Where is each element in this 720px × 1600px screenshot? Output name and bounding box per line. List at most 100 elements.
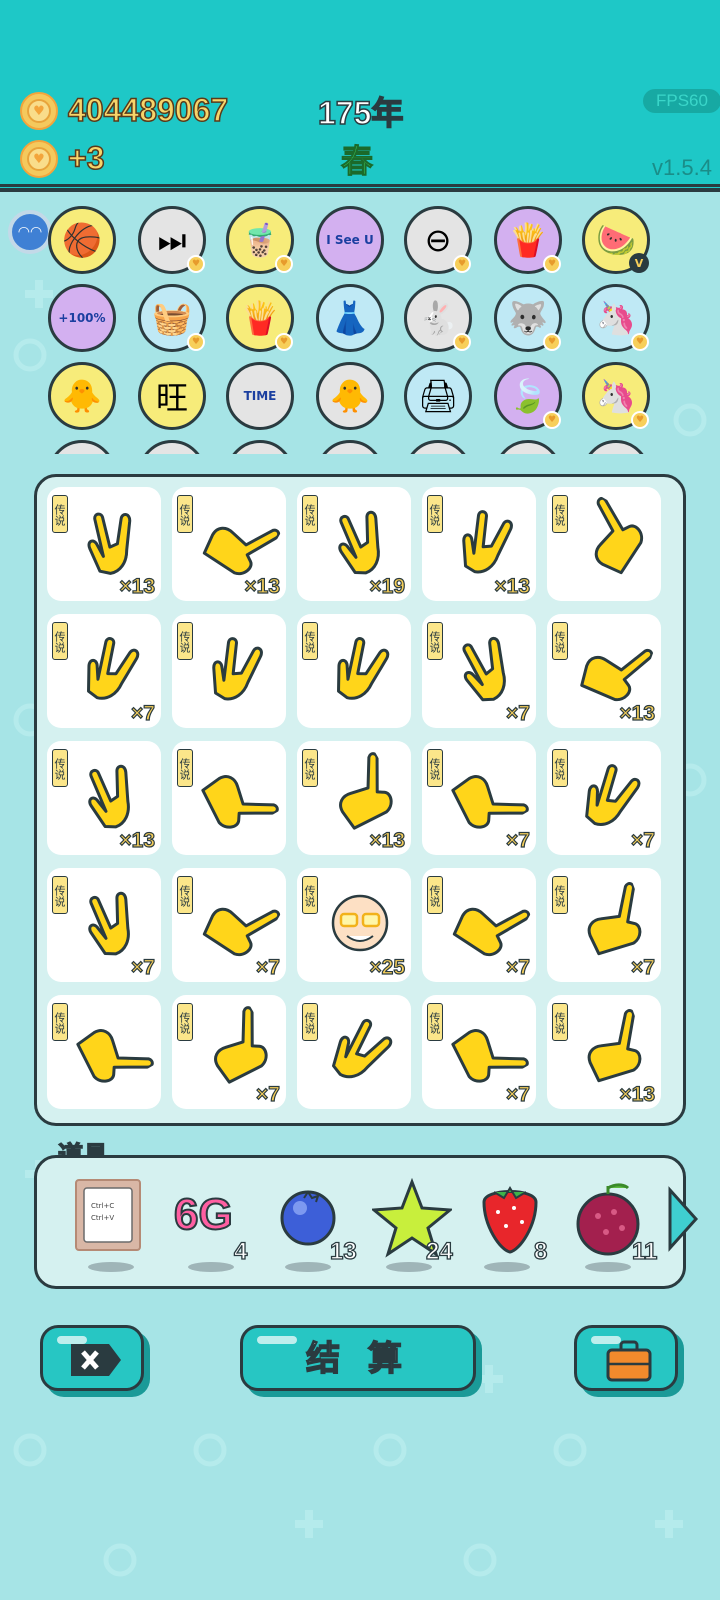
close-icon	[71, 1344, 121, 1376]
inventory-button[interactable]	[574, 1325, 678, 1391]
wang-text-icon[interactable]: 旺	[138, 362, 206, 430]
board-tile[interactable]: 传说 ×13	[172, 487, 286, 601]
tray-icon-partial[interactable]	[48, 440, 116, 454]
tile-count: ×7	[130, 701, 155, 725]
skip-icon[interactable]: ⏭ ♥	[138, 206, 206, 274]
board-tile[interactable]: 传说 ×7	[422, 614, 536, 728]
unicorns-icon[interactable]: 🦄 ♥	[582, 284, 650, 352]
board-tile[interactable]: 传说 ×13	[47, 487, 161, 601]
basketballs-icon[interactable]: 🏀	[48, 206, 116, 274]
board-tile[interactable]: 传说 ×7	[422, 741, 536, 855]
heart-badge-icon: ♥	[275, 333, 293, 351]
tile-count: ×13	[619, 1082, 656, 1106]
board-tile[interactable]: 传说	[172, 741, 286, 855]
time-magazine-icon[interactable]: TIME	[226, 362, 294, 430]
fruit-basket-icon[interactable]: 🍉 V	[582, 206, 650, 274]
board-tile[interactable]: 传说	[297, 614, 411, 728]
board-tile[interactable]: 传说 ×7	[47, 868, 161, 982]
board-tile[interactable]: 传说 ×13	[547, 995, 661, 1109]
no-entry-icon[interactable]: ⊖ ♥	[404, 206, 472, 274]
board-tile[interactable]: 传说	[47, 995, 161, 1109]
tray-icon-glyph: 🍟	[240, 299, 280, 337]
tile-count: ×19	[369, 574, 406, 598]
legend-tag: 传说	[302, 495, 318, 533]
tray-icon-partial[interactable]	[494, 440, 562, 454]
legend-tag: 传说	[52, 749, 68, 787]
board-tile[interactable]: 传说 ×25	[297, 868, 411, 982]
heart-badge-icon: ♥	[453, 255, 471, 273]
board-tile[interactable]: 传说 ×19	[297, 487, 411, 601]
i-see-u-icon[interactable]: I See U	[316, 206, 384, 274]
board-tile[interactable]: 传说 ×7	[172, 995, 286, 1109]
legend-tag: 传说	[427, 876, 443, 914]
board-tile[interactable]: 传说 ×13	[547, 614, 661, 728]
tray-icon-partial[interactable]	[226, 440, 294, 454]
tray-icon-partial[interactable]	[316, 440, 384, 454]
bubble-tea-icon[interactable]: 🧋 ♥	[226, 206, 294, 274]
season-label: 春	[340, 142, 374, 181]
collection-tray[interactable]: 🏀 ⏭ ♥ 🧋 ♥ I See U ⊖ ♥ 🍟 ♥ 🍉 V +100% 🧺 ♥ 🍟 ♥ 👗 🐇 ♥ 🐺 ♥ 🦄 ♥ 🐥 旺 TIME…	[0, 196, 720, 454]
close-button[interactable]	[40, 1325, 144, 1391]
legend-tag: 传说	[552, 495, 568, 533]
skirt-icon[interactable]: 👗	[316, 284, 384, 352]
tool-count: 11	[631, 1237, 658, 1265]
tile-count: ×13	[619, 701, 656, 725]
basket-icon[interactable]: 🧺 ♥	[138, 284, 206, 352]
header-divider	[0, 184, 720, 187]
income-coin-icon: ♥	[20, 140, 58, 178]
board-tile[interactable]: 传说 ×7	[172, 868, 286, 982]
chick-egg-icon[interactable]: 🐥	[316, 362, 384, 430]
ctrl-c-ctrl-v-tool-icon[interactable]: Ctrl+C Ctrl+V	[74, 1178, 154, 1258]
fries-icon[interactable]: 🍟 ♥	[226, 284, 294, 352]
husky-icon[interactable]: 🐺 ♥	[494, 284, 562, 352]
tile-count: ×7	[505, 955, 530, 979]
scroll-right-arrow-icon[interactable]	[666, 1186, 700, 1252]
point-hand-icon	[201, 775, 279, 829]
tray-icon-partial[interactable]	[582, 440, 650, 454]
tool-count: 13	[329, 1237, 357, 1265]
unicorn-icon[interactable]: 🦄 ♥	[582, 362, 650, 430]
settle-button-label: 结 算	[305, 1338, 410, 1380]
tile-count: ×13	[119, 828, 156, 852]
tray-icon-partial[interactable]	[404, 440, 472, 454]
rock-hand-icon	[585, 764, 641, 826]
fries-icon[interactable]: 🍟 ♥	[494, 206, 562, 274]
boost-cup-icon[interactable]: +100%	[48, 284, 116, 352]
tool-shadow	[188, 1262, 234, 1272]
board-tile[interactable]: 传说 ×7	[422, 868, 536, 982]
legend-tag: 传说	[302, 876, 318, 914]
board-tile[interactable]: 传说	[172, 614, 286, 728]
printer-icon[interactable]: 🖨	[404, 362, 472, 430]
board-tile[interactable]: 传说 ×13	[47, 741, 161, 855]
board-tile[interactable]: 传说 ×13	[297, 741, 411, 855]
board-tile[interactable]: 传说 ×7	[547, 868, 661, 982]
tile-count: ×13	[369, 828, 406, 852]
board-tile[interactable]: 传说 ×7	[47, 614, 161, 728]
settle-button[interactable]: 结 算	[240, 1325, 476, 1391]
board-tile[interactable]: 传说 ×7	[547, 741, 661, 855]
board-tile[interactable]: 传说 ×13	[422, 487, 536, 601]
6g-text: 6G	[173, 1189, 234, 1240]
tool-shadow	[88, 1262, 134, 1272]
rabbit-icon[interactable]: 🐇 ♥	[404, 284, 472, 352]
legend-tag: 传说	[302, 1003, 318, 1041]
heart-badge-icon: ♥	[631, 411, 649, 429]
tile-count: ×7	[505, 701, 530, 725]
version-label: v1.5.4	[652, 155, 712, 180]
tile-count: ×7	[255, 955, 280, 979]
leaf-icon[interactable]: 🍃 ♥	[494, 362, 562, 430]
copy-shortcut-text: Ctrl+C	[91, 1202, 115, 1210]
chick-egg-icon[interactable]: 🐥	[48, 362, 116, 430]
board-tile[interactable]: 传说 ×7	[422, 995, 536, 1109]
rock-hand-icon	[462, 510, 513, 574]
heart-badge-icon: ♥	[275, 255, 293, 273]
tray-icon-glyph: 🍃	[508, 377, 548, 415]
tray-icon-partial[interactable]	[138, 440, 206, 454]
year-label: 175年	[317, 94, 404, 132]
board-tile[interactable]: 传说	[547, 487, 661, 601]
tray-icon-glyph: 🍉	[596, 221, 636, 259]
heart-badge-icon: ♥	[453, 333, 471, 351]
board-tile[interactable]: 传说	[297, 995, 411, 1109]
game-board[interactable]: 传说 ×13 传说 ×13 传说 ×19 传说 ×13 传说 传说 ×7 传说 传说 传说 ×7 传说 ×13 传…	[34, 474, 686, 1126]
tray-icon-glyph: 🧺	[152, 299, 192, 337]
